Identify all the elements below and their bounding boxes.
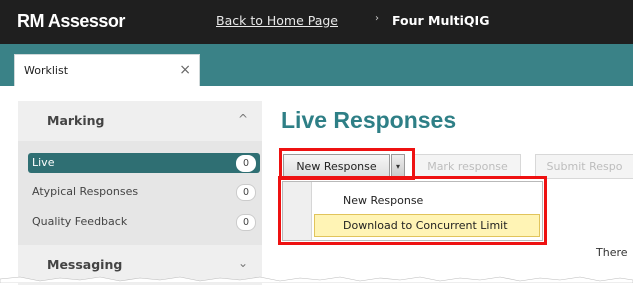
sidebar-item-label: Quality Feedback (32, 215, 128, 228)
menu-item-label: Download to Concurrent Limit (343, 219, 508, 232)
breadcrumb-separator-icon: › (375, 13, 379, 24)
marking-section-header[interactable]: Marking ^ (18, 101, 262, 141)
back-to-home-link[interactable]: Back to Home Page (216, 13, 338, 28)
tab-label: Worklist (24, 64, 69, 77)
messaging-section-title: Messaging (47, 257, 123, 272)
dropdown-arrow-icon[interactable]: ▾ (391, 154, 405, 179)
marking-section-title: Marking (47, 113, 105, 128)
menu-item-download-to-concurrent-limit[interactable]: Download to Concurrent Limit (314, 214, 540, 237)
page-title: Live Responses (281, 107, 457, 133)
app-header: RM Assessor Back to Home Page › Four Mul… (0, 0, 633, 44)
close-icon[interactable]: × (179, 62, 191, 78)
menu-item-new-response[interactable]: New Response (314, 189, 540, 212)
tab-bar: Worklist × (0, 44, 633, 86)
sidebar-item-label: Atypical Responses (32, 185, 139, 198)
count-badge: 0 (236, 214, 256, 231)
new-response-button[interactable]: New Response (283, 154, 390, 179)
sidebar: Marking ^ Live 0 Atypical Responses 0 Qu… (18, 101, 262, 285)
partial-message-text: There (596, 246, 628, 259)
tab-worklist[interactable]: Worklist × (14, 54, 200, 86)
mark-response-button[interactable]: Mark response (414, 154, 521, 179)
new-response-dropdown-menu: New Response Download to Concurrent Limi… (282, 181, 543, 241)
breadcrumb-current: Four MultiQIG (392, 13, 490, 28)
chevron-up-icon[interactable]: ^ (238, 112, 248, 126)
chevron-down-icon[interactable]: ⌄ (238, 256, 248, 270)
sidebar-item-label: Live (32, 156, 55, 169)
sidebar-item-live[interactable]: Live 0 (28, 153, 260, 173)
count-badge: 0 (236, 184, 256, 201)
submit-response-button[interactable]: Submit Respo (535, 154, 633, 179)
torn-edge-decoration (0, 276, 633, 283)
sidebar-item-quality-feedback[interactable]: Quality Feedback 0 (28, 212, 260, 232)
menu-icon-column (283, 182, 312, 240)
app-logo: RM Assessor (17, 11, 125, 31)
menu-item-label: New Response (343, 194, 424, 207)
count-badge: 0 (236, 155, 256, 172)
sidebar-item-atypical-responses[interactable]: Atypical Responses 0 (28, 182, 260, 202)
